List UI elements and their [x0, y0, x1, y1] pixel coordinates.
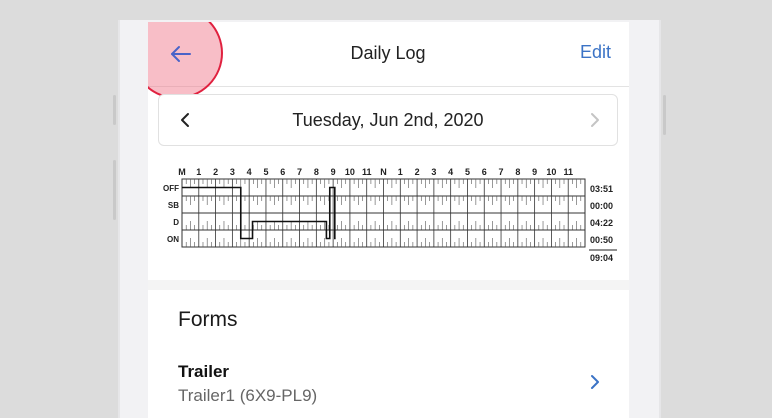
daily-log-screen: Daily Log Edit Tuesday, Jun 2nd, 2020 M1…: [148, 22, 629, 418]
chevron-right-icon: [591, 375, 599, 389]
trailer-value: Trailer1 (6X9-PL9): [178, 386, 318, 405]
row-total: 00:50: [590, 235, 613, 245]
hour-label: 10: [345, 167, 355, 177]
hour-label: 8: [314, 167, 319, 177]
hour-label: 5: [465, 167, 470, 177]
hour-label: 11: [563, 167, 573, 177]
hour-label: 9: [331, 167, 336, 177]
phone-button-left-top: [113, 95, 116, 125]
trailer-chevron: [589, 374, 601, 390]
hos-log-graph: M 1 2 3 4 5 6 7 8 9 10 11 N 1 2 3 4 5 6 7 8 9 10 11OFF 03:51SB 00…: [163, 167, 617, 263]
hour-label: 4: [448, 167, 453, 177]
grand-total: 09:04: [590, 253, 613, 263]
row-status-label: ON: [167, 235, 179, 244]
hour-label: 3: [431, 167, 436, 177]
trailer-title: Trailer: [178, 362, 230, 381]
hour-label: 11: [362, 167, 372, 177]
page-title: Daily Log: [350, 43, 426, 63]
section-separator: [148, 280, 629, 290]
hour-label: 1: [398, 167, 403, 177]
hour-label: 4: [247, 167, 252, 177]
arrow-left-icon: [171, 46, 191, 62]
hour-label: 7: [297, 167, 302, 177]
hour-label: 3: [230, 167, 235, 177]
back-button[interactable]: [162, 38, 198, 70]
edit-button[interactable]: Edit: [580, 42, 611, 63]
hour-label: 10: [546, 167, 556, 177]
nav-bar: Daily Log Edit: [148, 22, 629, 99]
row-status-label: SB: [168, 201, 179, 210]
row-total: 04:22: [590, 218, 613, 228]
next-day-button[interactable]: [587, 110, 603, 130]
chevron-right-icon: [591, 113, 599, 127]
hour-label: M: [178, 167, 186, 177]
date-label: Tuesday, Jun 2nd, 2020: [292, 110, 484, 130]
date-selector: Tuesday, Jun 2nd, 2020: [158, 94, 618, 146]
hour-label: 7: [499, 167, 504, 177]
hour-label: 9: [532, 167, 537, 177]
hour-label: 6: [280, 167, 285, 177]
hour-label: 8: [515, 167, 520, 177]
hour-label: N: [380, 167, 387, 177]
hour-label: 2: [415, 167, 420, 177]
hour-label: 2: [213, 167, 218, 177]
phone-button-left-bottom: [113, 160, 116, 220]
row-total: 03:51: [590, 184, 613, 194]
row-status-label: OFF: [163, 184, 179, 193]
row-status-label: D: [173, 218, 179, 227]
forms-heading: Forms: [178, 308, 238, 331]
row-total: 00:00: [590, 201, 613, 211]
hour-label: 1: [196, 167, 201, 177]
hour-label: 6: [482, 167, 487, 177]
phone-button-right: [663, 95, 666, 135]
hour-label: 5: [263, 167, 268, 177]
